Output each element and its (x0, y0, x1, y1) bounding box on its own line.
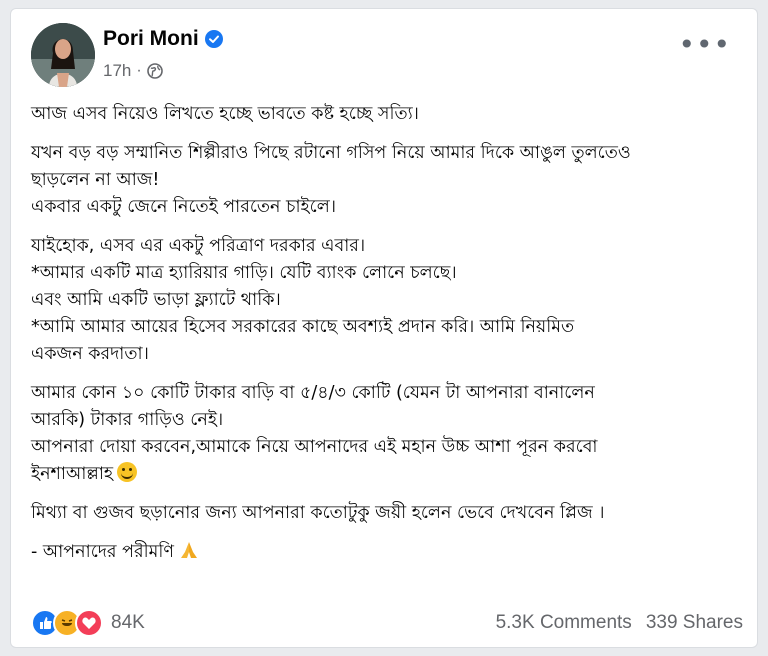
post-line: আজ এসব নিয়েও লিখতে হচ্ছে ভাবতে কষ্ট হচ্… (31, 104, 419, 124)
post-text: আজ এসব নিয়েও লিখতে হচ্ছে ভাবতে কষ্ট হচ্… (31, 101, 743, 578)
post-line: যাইহোক, এসব এর একটু পরিত্রাণ দরকার এবার। (31, 236, 366, 256)
post-timestamp[interactable]: 17h (103, 61, 131, 81)
post-line: *আমার একটি মাত্র হ্যারিয়ার গাড়ি। যেটি … (31, 263, 457, 283)
signature-text: - আপনাদের পরীমণি (31, 542, 174, 562)
verified-badge-icon (204, 30, 223, 48)
more-options-icon[interactable]: ••• (678, 31, 731, 59)
post-line: একজন করদাতা। (31, 344, 149, 364)
post-signature: - আপনাদের পরীমণি (31, 539, 743, 566)
post-line: *আমি আমার আয়ের হিসেব সরকারের কাছে অবশ্য… (31, 317, 575, 337)
post-paragraph: মিথ্যা বা গুজব ছড়ানোর জন্য আপনারা কতোটু… (31, 500, 743, 527)
shares-count[interactable]: 339 Shares (646, 612, 743, 634)
post-author: Pori Moni (103, 27, 223, 51)
post-line: এবং আমি একটি ভাড়া ফ্ল্যাটে থাকি। (31, 290, 281, 310)
smile-emoji-icon (117, 462, 138, 482)
reactions-summary[interactable]: 84K (31, 609, 145, 637)
avatar[interactable] (31, 23, 95, 87)
post-line: ছাড়লেন না আজ! (31, 170, 160, 190)
post-stats-bar: 84K 5.3K Comments 339 Shares (31, 605, 743, 641)
post-paragraph: যাইহোক, এসব এর একটু পরিত্রাণ দরকার এবার।… (31, 233, 743, 368)
post-paragraph: যখন বড় বড় সম্মানিত শিল্পীরাও পিছে রটান… (31, 140, 743, 221)
engagement-stats: 5.3K Comments 339 Shares (496, 612, 743, 634)
post-meta: 17h · (103, 61, 163, 81)
post-line: আপনারা দোয়া করবেন,আমাকে নিয়ে আপনাদের এ… (31, 437, 598, 457)
love-reaction-icon (75, 609, 103, 637)
post-paragraph: আমার কোন ১০ কোটি টাকার বাড়ি বা ৫/৪/৩ কো… (31, 380, 743, 488)
post-line: আমার কোন ১০ কোটি টাকার বাড়ি বা ৫/৪/৩ কো… (31, 383, 595, 403)
post-line: মিথ্যা বা গুজব ছড়ানোর জন্য আপনারা কতোটু… (31, 503, 605, 523)
post-paragraph: আজ এসব নিয়েও লিখতে হচ্ছে ভাবতে কষ্ট হচ্… (31, 101, 743, 128)
post-line-text: ইনশাআল্লাহ (31, 464, 114, 484)
pray-emoji-icon (180, 542, 197, 558)
post-line: একবার একটু জেনে নিতেই পারতেন চাইলে। (31, 197, 336, 217)
post-line: যখন বড় বড় সম্মানিত শিল্পীরাও পিছে রটান… (31, 143, 631, 163)
facebook-post-card: Pori Moni 17h · ••• আজ এসব নিয়েও লিখতে … (10, 8, 758, 648)
reactions-count[interactable]: 84K (111, 612, 145, 634)
post-paragraph: - আপনাদের পরীমণি (31, 539, 743, 566)
separator-dot: · (136, 62, 142, 79)
author-name[interactable]: Pori Moni (103, 27, 199, 51)
globe-icon[interactable] (146, 63, 163, 79)
comments-count[interactable]: 5.3K Comments (496, 612, 632, 634)
post-line-with-emoji: ইনশাআল্লাহ (31, 461, 743, 488)
post-line: আরকি) টাকার গাড়িও নেই। (31, 410, 224, 430)
